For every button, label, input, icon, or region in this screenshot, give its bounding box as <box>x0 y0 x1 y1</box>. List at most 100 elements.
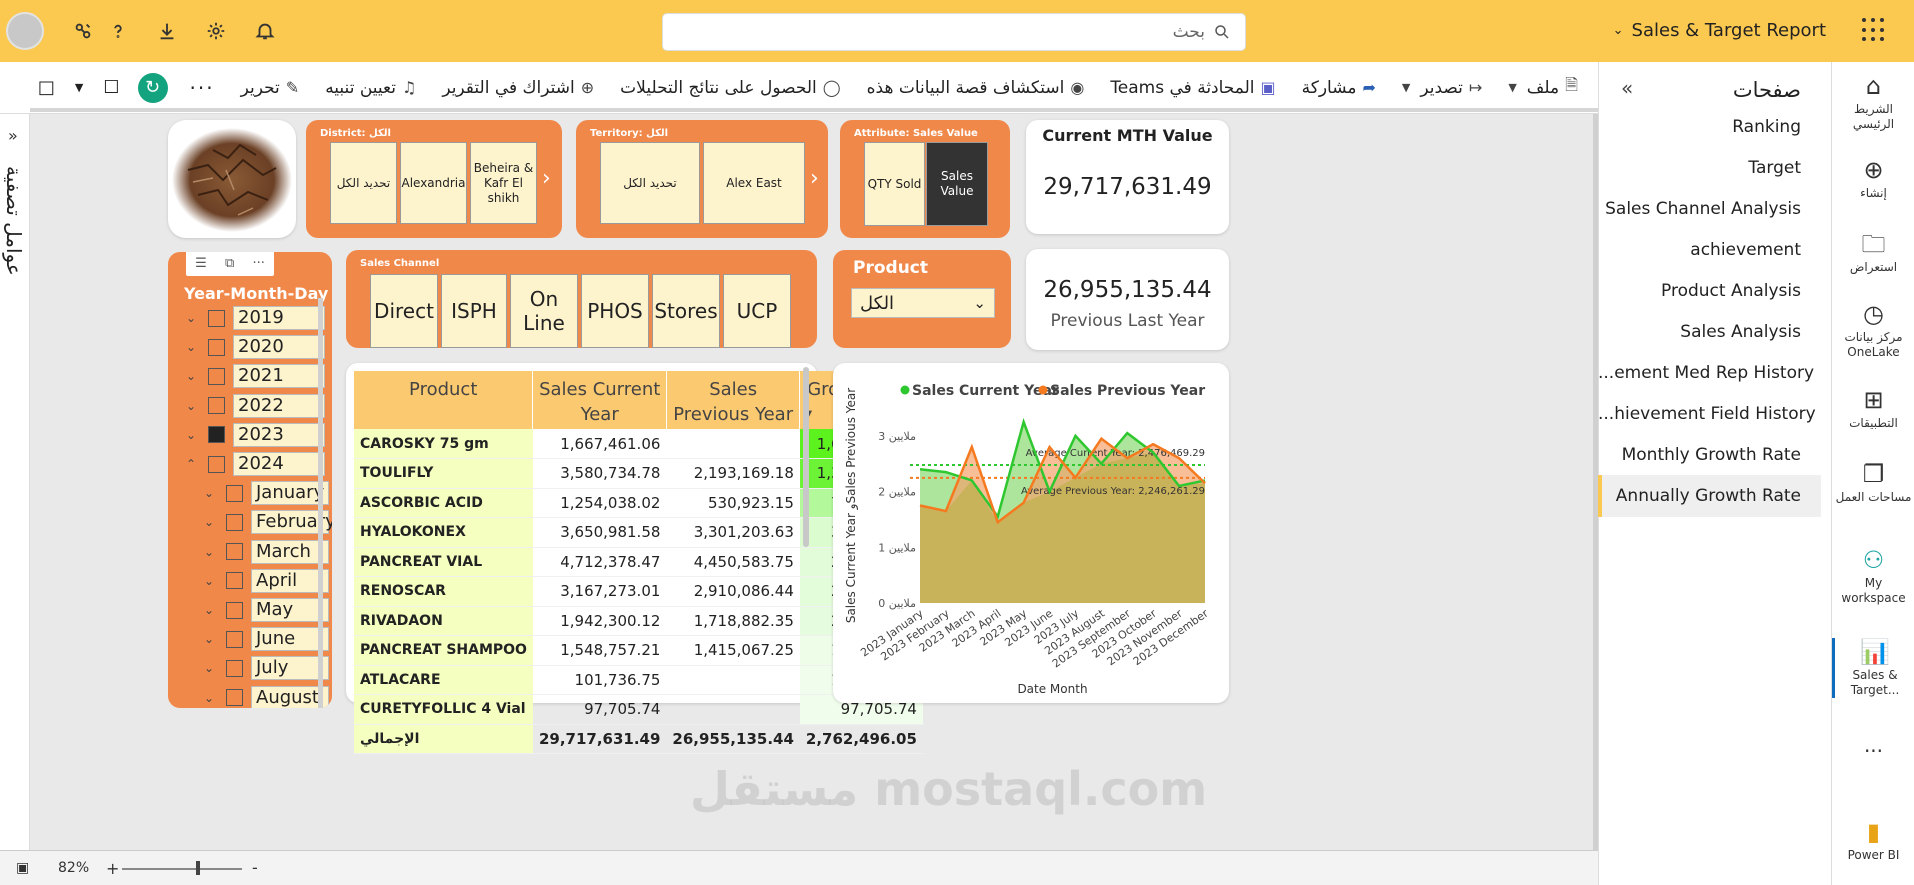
chevron-up-icon[interactable]: ⌃ <box>186 457 208 471</box>
year-row[interactable]: ⌄ 2019 <box>186 306 325 330</box>
zoom-slider-thumb[interactable] <box>196 861 200 875</box>
set-alert-button[interactable]: ♫ تعيين تنبيه <box>325 78 416 98</box>
year-checkbox[interactable] <box>208 426 225 444</box>
chevron-down-icon[interactable]: ⌄ <box>186 340 208 354</box>
year-checkbox[interactable] <box>208 367 225 385</box>
teams-chat-button[interactable]: ▣ المحادثة في Teams <box>1110 78 1275 98</box>
attribute-option-qty-sold[interactable]: QTY Sold <box>864 142 925 226</box>
get-insights-button[interactable]: ◯ الحصول على نتائج التحليلات <box>620 78 840 98</box>
rail-workspaces[interactable]: ❐ مساحات العمل <box>1832 460 1914 505</box>
edit-button[interactable]: ✎ تحرير <box>241 78 300 98</box>
view-icon[interactable]: □ <box>38 77 55 98</box>
chevron-right-icon[interactable]: › <box>542 166 551 191</box>
chevron-down-icon[interactable]: ⌄ <box>204 603 226 617</box>
sales-channel-option[interactable]: Direct <box>370 274 438 348</box>
horizontal-scrollbar[interactable] <box>30 108 1598 112</box>
sales-channel-option[interactable]: UCP <box>723 274 791 348</box>
chevron-down-icon[interactable]: ⌄ <box>186 311 208 325</box>
vertical-scrollbar[interactable] <box>1593 114 1598 850</box>
year-checkbox[interactable] <box>208 455 225 473</box>
product-dropdown[interactable]: الكل ⌄ <box>851 288 995 318</box>
col-header-sales-previous[interactable]: Sales Previous Year <box>666 371 801 429</box>
chevron-down-icon[interactable]: ⌄ <box>204 661 226 675</box>
zoom-out-button[interactable]: - <box>252 858 258 877</box>
refresh-icon[interactable]: ↻ <box>137 72 168 103</box>
fit-page-icon[interactable]: ▣ <box>16 860 29 876</box>
sales-channel-option[interactable]: Stores <box>652 274 720 348</box>
more-options-icon[interactable]: ··· <box>252 256 264 271</box>
territory-option-select-all[interactable]: تحديد الكل <box>600 142 700 224</box>
page-tab[interactable]: Sales Channel Analysis <box>1598 188 1821 230</box>
month-row[interactable]: ⌄ March <box>204 539 329 564</box>
month-row[interactable]: ⌄ May <box>204 598 329 622</box>
avatar[interactable] <box>6 12 44 50</box>
district-option-alexandria[interactable]: Alexandria <box>400 142 467 224</box>
month-row[interactable]: ⌄ January <box>204 481 329 506</box>
more-options-icon[interactable]: ··· <box>190 76 215 100</box>
rail-current-report[interactable]: 📊 Sales & Target... <box>1832 638 1914 698</box>
ymd-scrollbar[interactable] <box>318 298 323 708</box>
rail-more[interactable]: ... <box>1832 735 1914 755</box>
page-tab[interactable]: ...ement Med Rep History <box>1598 352 1821 394</box>
expand-filters-icon[interactable]: » <box>8 126 18 145</box>
month-checkbox[interactable] <box>226 601 243 619</box>
year-row[interactable]: ⌄ 2020 <box>186 335 325 360</box>
chevron-down-icon[interactable]: ⌄ <box>186 369 208 383</box>
year-row[interactable]: ⌄ 2023 <box>186 422 325 447</box>
rail-home[interactable]: ⌂ الشريط الرئيسي <box>1832 72 1914 132</box>
page-tab[interactable]: Target <box>1598 147 1821 189</box>
district-option-beheira[interactable]: Beheira & Kafr El shikh <box>470 142 537 224</box>
bookmark-icon[interactable]: ☐ <box>103 77 119 98</box>
notifications-bell-icon[interactable] <box>250 16 280 46</box>
month-row[interactable]: ⌄ February <box>204 510 332 535</box>
month-checkbox[interactable] <box>226 630 243 648</box>
chevron-down-icon[interactable]: ⌄ <box>186 399 208 413</box>
rail-my-workspace[interactable]: ⚇ My workspace <box>1832 546 1914 606</box>
month-row[interactable]: ⌄ June <box>204 627 329 652</box>
view-dropdown-icon[interactable]: ▼ <box>75 81 83 94</box>
month-checkbox[interactable] <box>226 513 243 531</box>
attribute-option-sales-value[interactable]: Sales Value <box>926 142 988 226</box>
month-checkbox[interactable] <box>226 484 243 502</box>
chevron-right-icon[interactable]: › <box>810 166 819 191</box>
zoom-slider[interactable] <box>122 868 242 870</box>
col-header-sales-current[interactable]: Sales Current Year <box>532 371 667 429</box>
territory-option-alex-east[interactable]: Alex East <box>703 142 805 224</box>
year-row[interactable]: ⌄ 2021 <box>186 364 325 389</box>
settings-gear-icon[interactable] <box>201 16 231 46</box>
page-tab[interactable]: Monthly Growth Rate <box>1598 434 1821 476</box>
rail-apps[interactable]: ⊞ التطبيقات <box>1832 386 1914 431</box>
year-row[interactable]: ⌃ 2024 <box>186 452 325 476</box>
year-checkbox[interactable] <box>208 397 225 415</box>
subscribe-button[interactable]: ⊕ اشتراك في التقرير <box>442 78 594 98</box>
year-row[interactable]: ⌄ 2022 <box>186 393 325 418</box>
sales-channel-option[interactable]: ISPH <box>441 274 507 348</box>
page-tab[interactable]: ...hievement Field History <box>1598 393 1821 435</box>
focus-mode-icon[interactable]: ⧉ <box>225 256 234 271</box>
month-checkbox[interactable] <box>226 659 243 677</box>
page-tab[interactable]: Sales Analysis <box>1598 311 1821 353</box>
month-row[interactable]: ⌄ April <box>204 568 329 593</box>
rail-browse[interactable]: 🗀 استعراض <box>1832 230 1914 275</box>
rail-create[interactable]: ⊕ إنشاء <box>1832 156 1914 201</box>
download-icon[interactable] <box>152 16 182 46</box>
chevron-down-icon[interactable]: ⌄ <box>186 428 208 442</box>
app-launcher-icon[interactable] <box>1862 18 1886 42</box>
chevron-down-icon[interactable]: ⌄ <box>204 691 226 705</box>
collapse-pages-icon[interactable]: « <box>1621 76 1633 100</box>
rail-onelake[interactable]: ◷ مركز بيانات OneLake <box>1832 300 1914 360</box>
month-row[interactable]: ⌄ August <box>204 685 329 708</box>
page-tab[interactable]: Annually Growth Rate <box>1598 475 1821 517</box>
page-tab[interactable]: achievement <box>1598 229 1821 271</box>
report-title-dropdown[interactable]: ⌄ Sales & Target Report <box>1613 20 1826 41</box>
copilot-icon[interactable] <box>68 16 98 46</box>
year-checkbox[interactable] <box>208 309 225 327</box>
page-tab[interactable]: Product Analysis <box>1598 270 1821 312</box>
share-button[interactable]: ➦ مشاركة <box>1302 78 1376 98</box>
chevron-down-icon[interactable]: ⌄ <box>204 545 226 559</box>
page-tab[interactable]: Ranking <box>1598 106 1821 148</box>
filter-icon[interactable]: ☰ <box>195 256 207 271</box>
year-checkbox[interactable] <box>208 338 225 356</box>
explore-story-button[interactable]: ◉ استكشاف قصة البيانات هذه <box>867 78 1085 98</box>
export-menu[interactable]: ↦ تصدير ▼ <box>1402 78 1482 98</box>
